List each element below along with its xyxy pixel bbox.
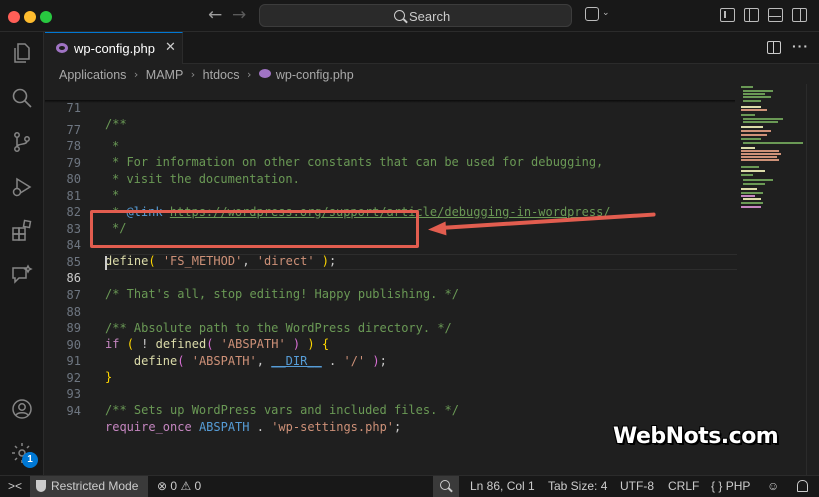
- toggle-panel-icon[interactable]: [744, 8, 759, 22]
- restricted-mode-label: Restricted Mode: [51, 479, 139, 493]
- code-editor[interactable]: 71 /** 77 * 78 * For information on othe…: [45, 84, 735, 475]
- current-line-highlight: [105, 254, 737, 270]
- code-line[interactable]: 92: [45, 354, 735, 385]
- encoding[interactable]: UTF-8: [620, 476, 654, 497]
- title-bar: ← → Search ⌄: [0, 0, 819, 32]
- code-string: 'wp-settings.php': [271, 420, 395, 434]
- code-line[interactable]: 90 define( 'ABSPATH', __DIR__ . '/' );: [45, 321, 735, 368]
- notifications-bell-icon[interactable]: [797, 480, 808, 492]
- zoom-icon[interactable]: [433, 476, 459, 497]
- breadcrumb-separator: ›: [133, 68, 139, 82]
- restricted-mode-indicator[interactable]: Restricted Mode: [30, 476, 148, 497]
- forward-arrow-icon[interactable]: →: [232, 5, 246, 25]
- code-line[interactable]: 88 /** Absolute path to the WordPress di…: [45, 288, 735, 335]
- notification-badge: 1: [22, 452, 38, 468]
- code-line[interactable]: 77 *: [45, 106, 735, 153]
- extensions-icon[interactable]: [10, 219, 34, 243]
- close-window-button[interactable]: [8, 11, 20, 23]
- braces-icon: { }: [711, 479, 723, 493]
- breadcrumb-item[interactable]: MAMP: [146, 68, 184, 82]
- code-line[interactable]: 91 }: [45, 337, 735, 384]
- code-line[interactable]: 94 require_once ABSPATH . 'wp-settings.p…: [45, 387, 735, 434]
- sticky-scroll-shadow: [45, 100, 735, 103]
- search-icon: [394, 10, 405, 21]
- warning-count: 0: [194, 479, 202, 493]
- error-count: 0: [170, 479, 178, 493]
- error-icon: ⊗: [157, 479, 168, 493]
- toggle-primary-sidebar-icon[interactable]: [720, 8, 735, 22]
- end-of-line[interactable]: CRLF: [668, 476, 699, 497]
- code-line[interactable]: 82 */: [45, 188, 735, 235]
- watermark: WebNots.com: [613, 424, 779, 449]
- sticky-scroll-line[interactable]: 71 /**: [45, 84, 735, 131]
- toggle-secondary-sidebar-icon[interactable]: [768, 8, 783, 22]
- status-bar: >< Restricted Mode ⊗ 0 ⚠ 0 Ln 86, Col 1 …: [0, 475, 819, 497]
- tab-size[interactable]: Tab Size: 4: [548, 476, 607, 497]
- php-file-icon: [258, 69, 271, 79]
- line-number: 94: [66, 404, 81, 418]
- command-center-search[interactable]: Search: [259, 4, 572, 27]
- breadcrumb-separator: ›: [246, 68, 252, 82]
- warning-icon: ⚠: [180, 479, 192, 493]
- code-line[interactable]: 81 * @link https://wordpress.org/support…: [45, 172, 735, 219]
- language-label: PHP: [725, 479, 751, 493]
- breadcrumb-item[interactable]: wp-config.php: [276, 68, 354, 82]
- breadcrumb-item[interactable]: Applications: [59, 68, 126, 82]
- back-arrow-icon[interactable]: ←: [208, 5, 222, 25]
- code-text: /** Sets up WordPress vars and included …: [105, 403, 460, 417]
- explorer-icon[interactable]: [10, 41, 34, 65]
- accounts-icon[interactable]: [10, 397, 34, 421]
- code-line[interactable]: 89 if ( ! defined( 'ABSPATH' ) ) {: [45, 304, 735, 351]
- minimap[interactable]: [738, 84, 806, 214]
- code-line[interactable]: 93 /** Sets up WordPress vars and includ…: [45, 370, 735, 417]
- close-icon[interactable]: ✕: [165, 40, 176, 55]
- editor-tab-bar: wp-config.php ✕ ···: [45, 32, 819, 64]
- tab-label: wp-config.php: [74, 41, 155, 56]
- split-editor-icon[interactable]: [767, 41, 781, 54]
- maximize-window-button[interactable]: [40, 11, 52, 23]
- chat-icon[interactable]: [10, 263, 34, 287]
- code-constant: ABSPATH: [198, 420, 250, 434]
- code-line[interactable]: 79 * visit the documentation.: [45, 139, 735, 186]
- shield-icon: [36, 479, 46, 492]
- annotation-arrow-head: [427, 221, 447, 237]
- search-placeholder: Search: [409, 9, 451, 24]
- language-mode[interactable]: { } PHP: [711, 476, 750, 497]
- more-actions-icon[interactable]: ···: [792, 38, 809, 54]
- tab-wp-config[interactable]: wp-config.php ✕: [45, 32, 183, 64]
- code-keyword: require_once: [105, 420, 192, 434]
- php-file-icon: [56, 43, 68, 53]
- problems-indicator[interactable]: ⊗ 0 ⚠ 0: [157, 476, 201, 497]
- code-line[interactable]: 78 * For information on other constants …: [45, 122, 735, 169]
- search-icon[interactable]: [10, 86, 34, 110]
- remote-icon[interactable]: ><: [0, 476, 30, 497]
- customize-layout-icon[interactable]: [792, 8, 807, 22]
- breadcrumb-item[interactable]: htdocs: [203, 68, 240, 82]
- text-cursor: [105, 256, 107, 270]
- copilot-status-icon[interactable]: ☺: [767, 476, 779, 497]
- activity-bar: 1: [0, 32, 44, 475]
- minimize-window-button[interactable]: [24, 11, 36, 23]
- vertical-scrollbar[interactable]: [806, 84, 819, 475]
- code-line[interactable]: 87: [45, 271, 735, 302]
- source-control-icon[interactable]: [10, 130, 34, 154]
- annotation-highlight-box: [90, 210, 419, 248]
- breadcrumb: Applications › MAMP › htdocs › wp-config…: [59, 67, 354, 83]
- run-debug-icon[interactable]: [10, 175, 34, 199]
- chevron-down-icon[interactable]: ⌄: [602, 8, 610, 18]
- copilot-icon[interactable]: [585, 7, 599, 21]
- cursor-position[interactable]: Ln 86, Col 1: [470, 476, 535, 497]
- code-line[interactable]: 80 *: [45, 155, 735, 202]
- breadcrumb-separator: ›: [190, 68, 196, 82]
